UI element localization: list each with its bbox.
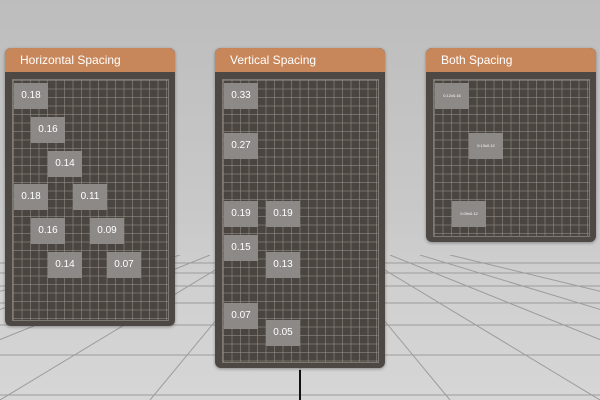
spacing-tile[interactable]: 0.07 xyxy=(107,252,141,278)
spacing-tile[interactable]: 0.14 xyxy=(48,151,82,177)
spacing-tile[interactable]: 0.14 xyxy=(48,252,82,278)
spacing-tile[interactable]: 0.09 xyxy=(90,218,124,244)
panel-title: Vertical Spacing xyxy=(215,48,385,72)
spacing-tile[interactable]: 0.19 xyxy=(224,201,258,227)
panel-title: Horizontal Spacing xyxy=(5,48,175,72)
grid-area: 0.33 0.27 0.19 0.19 0.15 0.13 0.07 0.05 xyxy=(222,79,379,363)
grid-area: 0.12x0.16 0.13x0.12 0.09x0.12 xyxy=(433,79,590,237)
spacing-tile[interactable]: 0.13 xyxy=(266,252,300,278)
spacing-tile[interactable]: 0.05 xyxy=(266,320,300,346)
spacing-tile[interactable]: 0.27 xyxy=(224,133,258,159)
grid-area: 0.18 0.16 0.14 0.18 0.11 0.16 0.09 0.14 … xyxy=(12,79,169,321)
horizontal-spacing-panel: Horizontal Spacing 0.18 0.16 0.14 0.18 0… xyxy=(5,48,175,326)
spacing-tile[interactable]: 0.09x0.12 xyxy=(452,201,486,227)
spacing-tile[interactable]: 0.18 xyxy=(14,83,48,109)
spacing-tile[interactable]: 0.15 xyxy=(224,235,258,261)
spacing-tile[interactable]: 0.11 xyxy=(73,184,107,210)
spacing-tile[interactable]: 0.16 xyxy=(31,117,65,143)
both-spacing-panel: Both Spacing 0.12x0.16 0.13x0.12 0.09x0.… xyxy=(426,48,596,242)
spacing-tile[interactable]: 0.19 xyxy=(266,201,300,227)
pointer-stem xyxy=(299,370,301,400)
spacing-tile[interactable]: 0.13x0.12 xyxy=(469,133,503,159)
spacing-tile[interactable]: 0.18 xyxy=(14,184,48,210)
panel-title: Both Spacing xyxy=(426,48,596,72)
vertical-spacing-panel: Vertical Spacing 0.33 0.27 0.19 0.19 0.1… xyxy=(215,48,385,368)
spacing-tile[interactable]: 0.07 xyxy=(224,303,258,329)
spacing-tile[interactable]: 0.16 xyxy=(31,218,65,244)
spacing-tile[interactable]: 0.12x0.16 xyxy=(435,83,469,109)
spacing-tile[interactable]: 0.33 xyxy=(224,83,258,109)
